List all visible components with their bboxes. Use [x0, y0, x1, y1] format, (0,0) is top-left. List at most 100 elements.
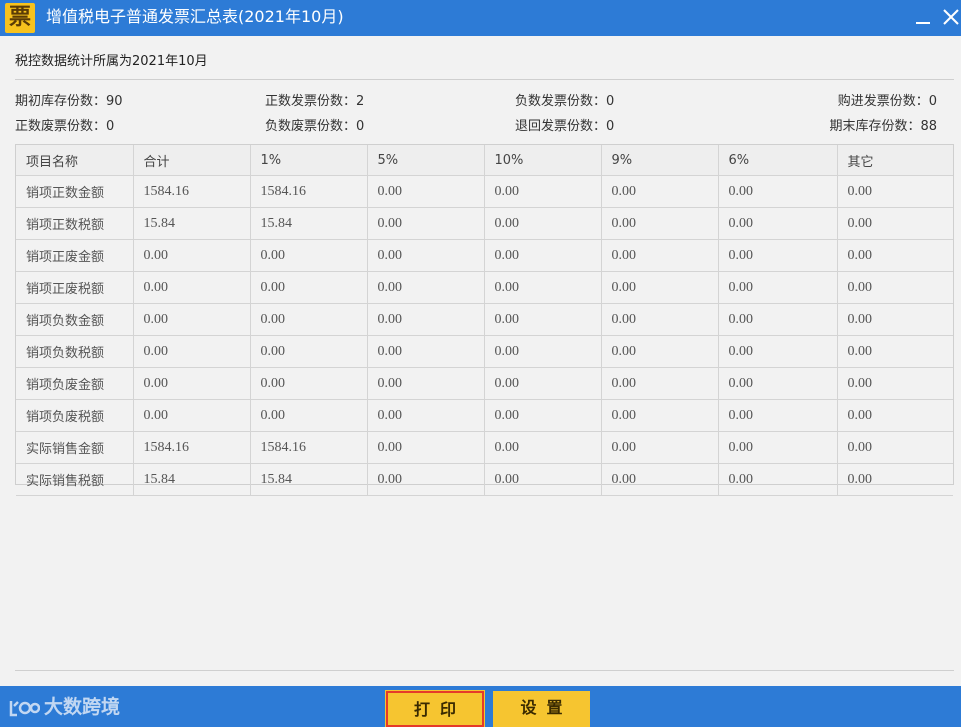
value-cell: 0.00 — [250, 239, 368, 272]
table-row: 销项正废税额 0.00 0.00 0.00 0.00 0.00 0.00 0.00 — [16, 271, 953, 304]
column-header: 合计 — [133, 145, 251, 176]
stat-label: 负数发票份数： — [515, 94, 607, 109]
stat-label: 正数废票份数： — [15, 119, 107, 134]
table-header-row: 项目名称 合计 1% 5% 10% 9% 6% 其它 — [16, 145, 953, 176]
footer-bar: 大数跨境 打印 设置 — [0, 686, 961, 727]
value-cell: 0.00 — [484, 271, 602, 304]
table-row: 销项正数税额 15.84 15.84 0.00 0.00 0.00 0.00 0.00 — [16, 207, 953, 240]
stat-positive-voided: 正数废票份数：0 — [15, 115, 114, 134]
value-cell: 0.00 — [718, 271, 838, 304]
value-cell: 0.00 — [837, 367, 953, 400]
row-label-cell: 销项负数税额 — [16, 335, 134, 368]
minimize-icon[interactable] — [912, 6, 934, 28]
column-header: 9% — [601, 145, 719, 176]
value-cell: 0.00 — [601, 207, 719, 240]
settings-button[interactable]: 设置 — [493, 691, 590, 727]
table-row: 销项正数金额 1584.16 1584.16 0.00 0.00 0.00 0.00 0.00 — [16, 175, 953, 208]
value-cell: 0.00 — [601, 367, 719, 400]
value-cell: 0.00 — [133, 335, 251, 368]
value-cell: 0.00 — [718, 239, 838, 272]
stat-returned-invoices: 退回发票份数：0 — [515, 115, 614, 134]
value-cell: 0.00 — [718, 463, 838, 496]
divider — [15, 79, 954, 80]
value-cell: 0.00 — [133, 367, 251, 400]
close-icon[interactable] — [940, 6, 961, 28]
print-button[interactable]: 打印 — [385, 690, 485, 727]
stat-label: 购进发票份数： — [837, 94, 929, 109]
column-header: 6% — [718, 145, 838, 176]
invoice-app-icon: 票 — [5, 3, 35, 33]
value-cell: 0.00 — [250, 367, 368, 400]
table-row: 销项负废金额 0.00 0.00 0.00 0.00 0.00 0.00 0.00 — [16, 367, 953, 400]
value-cell: 0.00 — [367, 399, 485, 432]
stat-negative-invoices: 负数发票份数：0 — [515, 90, 614, 109]
value-cell: 0.00 — [837, 207, 953, 240]
stat-purchased-invoices: 购进发票份数：0 — [838, 90, 937, 109]
value-cell: 15.84 — [250, 207, 368, 240]
value-cell: 0.00 — [837, 175, 953, 208]
stat-opening-stock: 期初库存份数：90 — [15, 90, 123, 109]
stat-label: 期初库存份数： — [15, 94, 107, 109]
column-header: 10% — [484, 145, 602, 176]
value-cell: 0.00 — [601, 463, 719, 496]
stat-value: 0 — [356, 119, 365, 134]
value-cell: 1584.16 — [133, 175, 251, 208]
stat-value: 88 — [920, 119, 937, 134]
row-label-cell: 销项负数金额 — [16, 303, 134, 336]
value-cell: 0.00 — [837, 431, 953, 464]
value-cell: 0.00 — [484, 399, 602, 432]
value-cell: 15.84 — [133, 207, 251, 240]
value-cell: 0.00 — [837, 239, 953, 272]
value-cell: 0.00 — [250, 335, 368, 368]
statistics-period-label: 税控数据统计所属为2021年10月 — [15, 54, 208, 69]
table-body: 销项正数金额 1584.16 1584.16 0.00 0.00 0.00 0.00 0.00… — [16, 175, 953, 496]
stat-label: 期末库存份数： — [829, 119, 921, 134]
table-row: 销项负废税额 0.00 0.00 0.00 0.00 0.00 0.00 0.00 — [16, 399, 953, 432]
stat-label: 正数发票份数： — [265, 94, 357, 109]
row-label-cell: 销项负废税额 — [16, 399, 134, 432]
window-title: 增值税电子普通发票汇总表(2021年10月) — [46, 7, 344, 26]
value-cell: 0.00 — [367, 367, 485, 400]
value-cell: 15.84 — [250, 463, 368, 496]
value-cell: 0.00 — [484, 431, 602, 464]
value-cell: 0.00 — [837, 303, 953, 336]
value-cell: 0.00 — [484, 207, 602, 240]
value-cell: 0.00 — [601, 239, 719, 272]
table-row: 实际销售税额 15.84 15.84 0.00 0.00 0.00 0.00 0.00 — [16, 463, 953, 496]
column-header: 项目名称 — [16, 145, 134, 176]
value-cell: 0.00 — [367, 463, 485, 496]
row-label-cell: 销项正废税额 — [16, 271, 134, 304]
value-cell: 0.00 — [133, 303, 251, 336]
value-cell: 0.00 — [250, 271, 368, 304]
value-cell: 0.00 — [367, 175, 485, 208]
stat-value: 2 — [356, 94, 365, 109]
title-bar: 票 增值税电子普通发票汇总表(2021年10月) — [0, 0, 961, 36]
value-cell: 15.84 — [133, 463, 251, 496]
row-label-cell: 实际销售税额 — [16, 463, 134, 496]
value-cell: 0.00 — [484, 303, 602, 336]
value-cell: 0.00 — [718, 207, 838, 240]
value-cell: 0.00 — [367, 239, 485, 272]
stat-value: 0 — [606, 119, 615, 134]
value-cell: 0.00 — [367, 271, 485, 304]
row-label-cell: 销项正数金额 — [16, 175, 134, 208]
value-cell: 0.00 — [484, 335, 602, 368]
value-cell: 0.00 — [484, 239, 602, 272]
value-cell: 0.00 — [250, 399, 368, 432]
value-cell: 0.00 — [367, 303, 485, 336]
value-cell: 0.00 — [250, 303, 368, 336]
value-cell: 0.00 — [601, 271, 719, 304]
table-row: 销项负数税额 0.00 0.00 0.00 0.00 0.00 0.00 0.00 — [16, 335, 953, 368]
stat-negative-voided: 负数废票份数：0 — [265, 115, 364, 134]
stat-value: 0 — [606, 94, 615, 109]
divider — [15, 670, 954, 671]
value-cell: 0.00 — [718, 335, 838, 368]
value-cell: 0.00 — [718, 431, 838, 464]
column-header: 1% — [250, 145, 368, 176]
row-label-cell: 销项正废金额 — [16, 239, 134, 272]
value-cell: 0.00 — [133, 271, 251, 304]
table-row: 实际销售金额 1584.16 1584.16 0.00 0.00 0.00 0.00 0.00 — [16, 431, 953, 464]
value-cell: 0.00 — [484, 463, 602, 496]
value-cell: 0.00 — [601, 303, 719, 336]
value-cell: 0.00 — [601, 399, 719, 432]
